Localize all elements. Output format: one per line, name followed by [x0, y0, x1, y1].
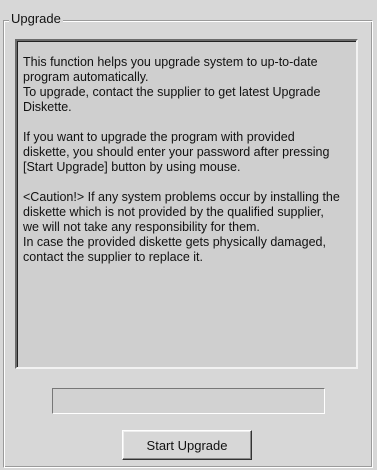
groupbox-title: Upgrade: [9, 11, 63, 27]
info-paragraph-caution: <Caution!> If any system problems occur …: [23, 190, 350, 265]
start-upgrade-button[interactable]: Start Upgrade: [122, 430, 252, 460]
upgrade-progress-bar: [52, 388, 325, 414]
info-paragraph-instructions: If you want to upgrade the program with …: [23, 130, 350, 175]
info-paragraph-intro: This function helps you upgrade system t…: [23, 55, 350, 115]
upgrade-info-textbox[interactable]: This function helps you upgrade system t…: [15, 39, 358, 369]
upgrade-info-content: This function helps you upgrade system t…: [17, 41, 356, 265]
upgrade-panel: Upgrade This function helps you upgrade …: [0, 0, 377, 470]
